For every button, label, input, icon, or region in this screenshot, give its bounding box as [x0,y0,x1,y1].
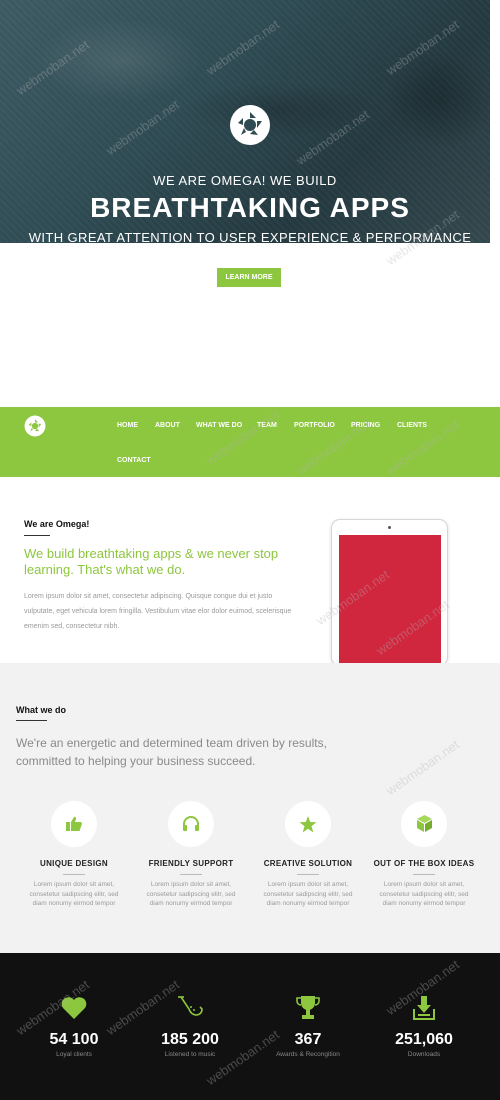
hero-subtitle: WITH GREAT ATTENTION TO USER EXPERIENCE … [28,230,472,243]
feature-card: FRIENDLY SUPPORT Lorem ipsum dolor sit a… [133,801,249,909]
stat-label: Loyal clients [56,1051,92,1058]
stat-item: 367 Awards & Recongition [248,995,368,1058]
about-heading: We are Omega! [24,519,90,529]
what-we-do-heading: What we do [16,705,66,715]
star-icon [285,801,331,847]
tablet-screen [339,535,441,667]
feature-title: OUT OF THE BOX IDEAS [373,859,475,868]
nav-item-clients[interactable]: CLIENTS [397,422,427,429]
feature-text: Lorem ipsum dolor sit amet, consetetur s… [29,881,119,907]
feature-title: CREATIVE SOLUTION [263,859,353,868]
feature-card: OUT OF THE BOX IDEAS Lorem ipsum dolor s… [366,801,482,909]
aperture-icon[interactable] [24,415,46,437]
feature-text: Lorem ipsum dolor sit amet, consetetur s… [146,881,236,907]
stat-label: Listened to music [164,1051,216,1058]
nav-item-what-we-do[interactable]: WHAT WE DO [196,422,242,429]
aperture-icon [230,105,270,145]
stat-label: Downloads [407,1051,441,1058]
tablet-camera [388,526,391,529]
stat-item: 185 200 Listened to music [130,995,250,1058]
stat-item: 251,060 Downloads [364,995,484,1058]
nav-item-home[interactable]: HOME [117,422,138,429]
page: WE ARE OMEGA! WE BUILD BREATHTAKING APPS… [0,0,500,1100]
nav-item-portfolio[interactable]: PORTFOLIO [294,422,335,429]
feature-divider [413,874,435,875]
learn-more-button[interactable]: LEARN MORE [217,268,281,287]
about-body: Lorem ipsum dolor sit amet, consectetur … [24,593,292,630]
hero-kicker: WE ARE OMEGA! WE BUILD [153,173,337,188]
feature-title: FRIENDLY SUPPORT [148,859,234,868]
feature-divider [180,874,202,875]
nav-item-pricing[interactable]: PRICING [351,422,380,429]
nav-item-about[interactable]: ABOUT [155,422,180,429]
stats-section: 54 100 Loyal clients 185 200 Listened to… [0,953,500,1100]
about-lead: We build breathtaking apps & we never st… [24,546,279,577]
nav-item-team[interactable]: TEAM [257,422,277,429]
feature-card: UNIQUE DESIGN Lorem ipsum dolor sit amet… [16,801,132,909]
heading-divider [16,720,47,721]
heading-divider [24,535,50,536]
stat-label: Awards & Recongition [276,1051,340,1058]
hero-title: BREATHTAKING APPS [90,192,410,223]
stat-number: 367 [294,1031,322,1048]
heart-icon [14,995,134,1021]
nav-item-contact[interactable]: CONTACT [117,457,151,464]
hero-section: WE ARE OMEGA! WE BUILD BREATHTAKING APPS… [0,0,490,243]
tablet-device-image [331,519,448,667]
feature-text: Lorem ipsum dolor sit amet, consetetur s… [379,881,469,907]
stat-number: 185 200 [161,1031,219,1048]
what-we-do-lead: We're an energetic and determined team d… [16,736,327,768]
stat-number: 251,060 [395,1031,453,1048]
headphones-icon [168,801,214,847]
trophy-icon [248,995,368,1021]
saxophone-icon [130,995,250,1021]
main-nav: HOME ABOUT WHAT WE DO TEAM PORTFOLIO PRI… [0,407,500,477]
stat-item: 54 100 Loyal clients [14,995,134,1058]
thumbs-up-icon [51,801,97,847]
feature-title: UNIQUE DESIGN [40,859,108,868]
feature-divider [297,874,319,875]
what-we-do-section: What we do We're an energetic and determ… [0,663,500,953]
cube-icon [401,801,447,847]
feature-card: CREATIVE SOLUTION Lorem ipsum dolor sit … [250,801,366,909]
stat-number: 54 100 [49,1031,99,1048]
feature-divider [63,874,85,875]
feature-text: Lorem ipsum dolor sit amet, consetetur s… [263,881,353,907]
download-tray-icon [364,995,484,1021]
